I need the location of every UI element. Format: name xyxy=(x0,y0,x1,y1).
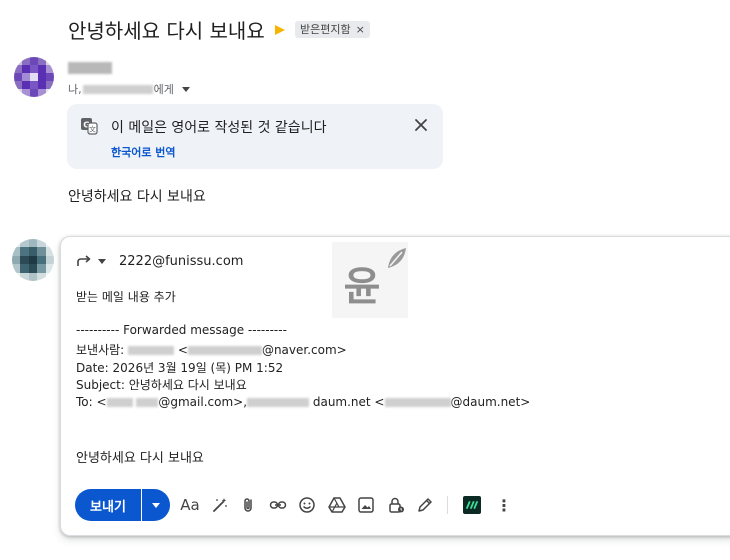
extension-icon[interactable] xyxy=(462,495,482,515)
signature-pen-icon[interactable] xyxy=(415,495,435,515)
to-me-suffix: 에게 xyxy=(153,83,174,96)
email-subject: 안녕하세요 다시 보내요 xyxy=(68,19,265,43)
label-chip-inbox[interactable]: 받은편지함 × xyxy=(295,21,370,38)
forwarded-to: To: < @gmail.com>, daum.net < @daum.net> xyxy=(76,395,530,409)
from-name-redacted xyxy=(128,346,175,355)
send-button[interactable]: 보내기 xyxy=(75,489,141,521)
forward-icon xyxy=(77,255,91,266)
to-gmail: @gmail.com>, xyxy=(158,395,248,409)
translate-banner-title: 이 메일은 영어로 작성된 것 같습니다 xyxy=(111,120,327,136)
attach-file-icon[interactable] xyxy=(239,495,259,515)
chevron-down-icon xyxy=(152,502,160,508)
from-email-redacted xyxy=(187,346,262,355)
emoji-icon[interactable] xyxy=(297,495,317,515)
recipient-field[interactable]: 2222@funissu.com xyxy=(119,254,243,269)
chevron-down-icon xyxy=(98,258,106,264)
to-daum2: @daum.net> xyxy=(450,395,531,409)
toolbar-divider xyxy=(447,496,448,514)
forwarded-date: Date: 2026년 3월 19일 (목) PM 1:52 xyxy=(76,361,284,375)
recipient-redacted xyxy=(82,84,153,94)
message-body: 안녕하세요 다시 보내요 xyxy=(68,189,206,205)
from-domain: @naver.com> xyxy=(261,343,347,357)
formatting-options-button[interactable]: Aa xyxy=(180,495,200,515)
to-me-prefix: 나, xyxy=(68,83,82,96)
svg-text:文: 文 xyxy=(89,125,96,134)
recipient-summary[interactable]: 나, 에게 xyxy=(68,81,190,97)
label-remove-icon[interactable]: × xyxy=(356,21,365,38)
compose-intro[interactable]: 받는 메일 내용 추가 xyxy=(76,288,176,305)
reply-type-selector[interactable] xyxy=(76,254,106,268)
from-lt: < xyxy=(177,343,188,357)
more-options-icon[interactable]: ⋮ xyxy=(494,495,514,515)
insert-photo-icon[interactable] xyxy=(356,495,376,515)
to-label: To: < xyxy=(76,395,107,409)
to-name-redacted-2 xyxy=(247,398,310,407)
to-daum1: daum.net < xyxy=(312,395,385,409)
sender-avatar[interactable] xyxy=(14,57,54,97)
watermark-logo: 윤 xyxy=(332,242,408,318)
to-name-redacted-1 xyxy=(106,398,133,407)
svg-text:윤: 윤 xyxy=(344,264,381,310)
forwarded-subject: Subject: 안녕하세요 다시 보내요 xyxy=(76,378,247,392)
from-label: 보낸사람: xyxy=(76,343,125,357)
translate-to-korean-link[interactable]: 한국어로 번역 xyxy=(111,144,176,160)
insert-link-icon[interactable] xyxy=(268,495,288,515)
quoted-body: 안녕하세요 다시 보내요 xyxy=(76,451,204,466)
importance-marker-icon[interactable] xyxy=(275,25,285,35)
magic-wand-icon[interactable] xyxy=(210,495,230,515)
forwarded-header: ---------- Forwarded message --------- xyxy=(76,323,287,337)
confidential-mode-icon[interactable] xyxy=(386,495,406,515)
to-email-redacted-1 xyxy=(136,398,159,407)
sender-name-redacted[interactable] xyxy=(68,62,112,74)
close-icon[interactable] xyxy=(413,117,429,133)
translate-icon: G 文 xyxy=(80,117,98,135)
user-avatar xyxy=(12,239,54,281)
recipient-details-caret-icon[interactable] xyxy=(181,86,190,92)
google-drive-icon[interactable] xyxy=(327,495,347,515)
label-chip-text: 받은편지함 xyxy=(300,23,351,36)
forwarded-from: 보낸사람: < @naver.com> xyxy=(76,341,347,358)
to-email-redacted-2 xyxy=(384,398,451,407)
